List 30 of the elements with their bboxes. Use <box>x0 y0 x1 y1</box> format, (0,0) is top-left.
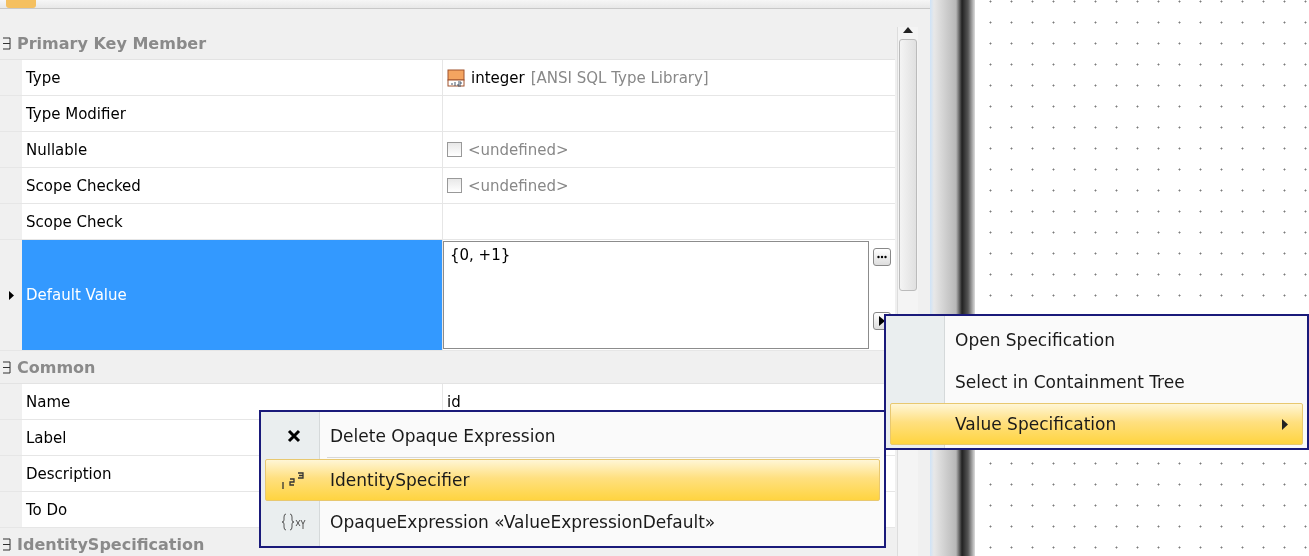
menu-item[interactable]: IdentitySpecifier <box>265 459 880 501</box>
ellipsis-icon <box>877 255 887 259</box>
triangle-icon <box>879 316 885 326</box>
numbers-icon <box>281 470 307 490</box>
group-header: IdentitySpecification <box>17 534 205 554</box>
property-value: <undefined> <box>468 140 569 159</box>
braces-icon <box>281 512 307 532</box>
more-button[interactable] <box>873 248 891 266</box>
checkbox[interactable] <box>447 142 462 157</box>
group-header: Primary Key Member <box>17 33 207 53</box>
group-header: Common <box>17 357 96 377</box>
type-library: [ANSI SQL Type Library] <box>530 68 709 87</box>
expression-field[interactable]: {0, +1} <box>443 241 869 349</box>
menu-item[interactable]: Open Specification <box>890 319 1303 361</box>
row-pointer-icon <box>8 290 14 300</box>
menu-item[interactable]: Value Specification <box>890 403 1303 445</box>
collapse-icon[interactable] <box>2 36 11 50</box>
type-icon <box>447 68 465 87</box>
property-label[interactable]: Nullable <box>22 132 443 167</box>
checkbox[interactable] <box>447 178 462 193</box>
property-value: <undefined> <box>468 176 569 195</box>
close-icon <box>287 429 301 443</box>
property-label[interactable]: Type <box>22 60 443 95</box>
property-label[interactable]: Scope Checked <box>22 168 443 203</box>
collapse-icon[interactable] <box>2 360 11 374</box>
type-name: integer <box>471 68 525 87</box>
collapse-icon[interactable] <box>2 537 11 551</box>
property-label[interactable]: Type Modifier <box>22 96 443 131</box>
property-label[interactable]: Scope Check <box>22 204 443 239</box>
scroll-up-icon[interactable] <box>903 27 913 33</box>
